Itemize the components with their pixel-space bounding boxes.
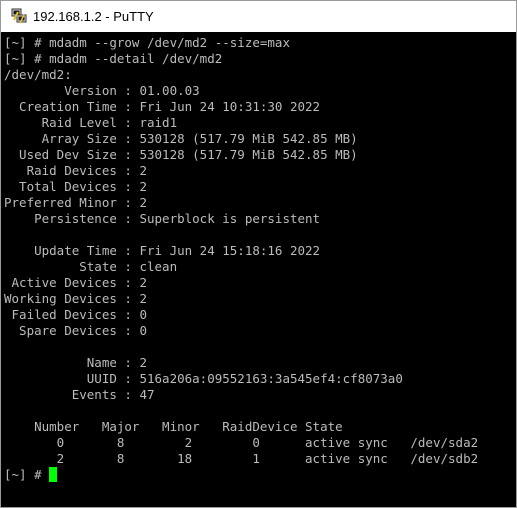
terminal-line: Raid Level : raid1 <box>4 115 178 130</box>
terminal-line: /dev/md2: <box>4 67 72 82</box>
terminal-line: State : clean <box>4 259 178 274</box>
terminal-line: Used Dev Size : 530128 (517.79 MiB 542.8… <box>4 147 358 162</box>
terminal-line: Version : 01.00.03 <box>4 83 200 98</box>
terminal-line: Number Major Minor RaidDevice State <box>4 419 343 434</box>
terminal-line: Failed Devices : 0 <box>4 307 147 322</box>
terminal-line: Active Devices : 2 <box>4 275 147 290</box>
shell-prompt: [~] # <box>4 467 50 482</box>
terminal-line: Spare Devices : 0 <box>4 323 147 338</box>
terminal-line: Working Devices : 2 <box>4 291 147 306</box>
terminal-line: 0 8 2 0 active sync /dev/sda2 <box>4 435 479 450</box>
terminal-line: Update Time : Fri Jun 24 15:18:16 2022 <box>4 243 321 258</box>
terminal-line: Total Devices : 2 <box>4 179 147 194</box>
terminal-line: UUID : 516a206a:09552163:3a545ef4:cf8073… <box>4 371 403 386</box>
window-title: 192.168.1.2 - PuTTY <box>33 9 154 24</box>
text-cursor <box>49 467 58 482</box>
terminal-output: [~] # mdadm --grow /dev/md2 --size=max [~… <box>4 35 516 483</box>
terminal-line: [~] # mdadm --detail /dev/md2 <box>4 51 223 66</box>
terminal-screen[interactable]: [~] # mdadm --grow /dev/md2 --size=max [~… <box>1 32 516 507</box>
terminal-line: Preferred Minor : 2 <box>4 195 147 210</box>
terminal-line: Raid Devices : 2 <box>4 163 147 178</box>
terminal-line: Persistence : Superblock is persistent <box>4 211 321 226</box>
putty-window: 192.168.1.2 - PuTTY [~] # mdadm --grow /… <box>0 0 517 508</box>
terminal-line: Name : 2 <box>4 355 147 370</box>
putty-terminal-icon[interactable] <box>11 8 27 24</box>
terminal-line: Array Size : 530128 (517.79 MiB 542.85 M… <box>4 131 358 146</box>
terminal-line: Creation Time : Fri Jun 24 10:31:30 2022 <box>4 99 321 114</box>
terminal-line: [~] # mdadm --grow /dev/md2 --size=max <box>4 35 290 50</box>
prompt-line: [~] # <box>4 467 516 483</box>
title-bar[interactable]: 192.168.1.2 - PuTTY <box>1 1 516 32</box>
terminal-line: Events : 47 <box>4 387 155 402</box>
terminal-line: 2 8 18 1 active sync /dev/sdb2 <box>4 451 479 466</box>
